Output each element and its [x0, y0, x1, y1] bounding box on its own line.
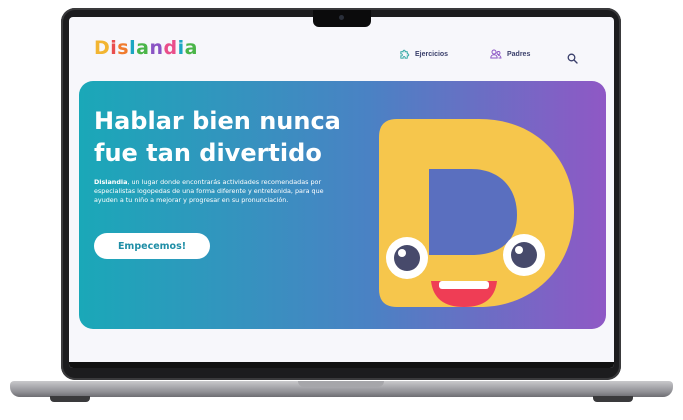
- screen-bezel-bottom: [69, 362, 614, 368]
- logo-letter-3: s: [117, 37, 130, 59]
- brand-logo[interactable]: Dislandia: [94, 37, 198, 59]
- nav-parents[interactable]: Padres: [490, 49, 530, 59]
- browser-screen: Dislandia Ejercicios Padres Hablar bien …: [69, 17, 614, 368]
- camera-icon: [339, 15, 344, 20]
- mascot-glint-right: [515, 246, 523, 254]
- search-button[interactable]: [567, 49, 578, 68]
- mascot-d: [379, 119, 574, 307]
- hero-banner: Hablar bien nunca fue tan divertido Disl…: [79, 81, 606, 329]
- nav-exercises[interactable]: Ejercicios: [399, 49, 448, 60]
- logo-letter-5: a: [136, 37, 150, 59]
- laptop-foot-left: [50, 396, 90, 402]
- hero-title-line-1: Hablar bien nunca: [94, 107, 341, 135]
- camera-notch: [313, 10, 371, 27]
- logo-letter-6: n: [149, 37, 164, 59]
- hero-description-text: , un lugar donde encontrarás actividades…: [94, 178, 324, 204]
- logo-letter-1: D: [94, 37, 111, 59]
- logo-letter-7: d: [163, 37, 178, 59]
- mascot-teeth: [439, 281, 489, 289]
- mascot-glint-left: [398, 249, 406, 257]
- hero-description-brand: Dislandia: [94, 178, 128, 186]
- laptop-opening-groove: [298, 381, 384, 387]
- hero-title: Hablar bien nunca fue tan divertido: [94, 105, 394, 169]
- hero-description: Dislandia, un lugar donde encontrarás ac…: [94, 178, 332, 205]
- logo-letter-9: a: [184, 37, 198, 59]
- mascot-counter: [429, 169, 517, 255]
- start-button[interactable]: Empecemos!: [94, 233, 210, 259]
- laptop-foot-right: [593, 396, 633, 402]
- search-icon: [567, 53, 578, 64]
- mascot-pupil-left: [394, 245, 420, 271]
- puzzle-icon: [400, 49, 410, 59]
- mascot-pupil-right: [511, 242, 537, 268]
- hero-title-line-2: fue tan divertido: [94, 139, 322, 167]
- nav-exercises-label: Ejercicios: [415, 51, 449, 58]
- nav-parents-label: Padres: [507, 50, 531, 58]
- parents-icon: [490, 49, 502, 59]
- logo-letter-8: i: [177, 37, 185, 59]
